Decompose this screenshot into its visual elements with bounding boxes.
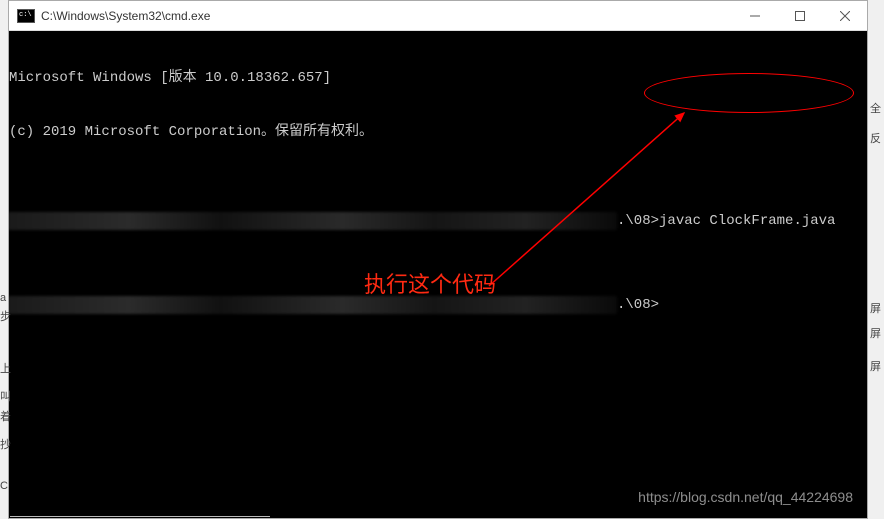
cmd-window: C:\Windows\System32\cmd.exe Microsoft Wi… (8, 0, 868, 519)
close-button[interactable] (822, 1, 867, 30)
path-suffix: .\08> (617, 212, 659, 230)
terminal-body[interactable]: Microsoft Windows [版本 10.0.18362.657] (c… (9, 31, 867, 518)
cropped-left-text: a 步 上 叫 着 抄 C (0, 0, 8, 519)
cropped-side-text: 全 反 屏 屏 屏 (868, 0, 884, 519)
redacted-path (9, 296, 617, 314)
annotation-label: 执行这个代码 (364, 276, 496, 294)
prompt-line-2: .\08> (9, 293, 867, 317)
minimize-button[interactable] (732, 1, 777, 30)
window-title: C:\Windows\System32\cmd.exe (41, 9, 732, 23)
terminal-line: Microsoft Windows [版本 10.0.18362.657] (9, 69, 867, 87)
window-controls (732, 1, 867, 30)
terminal-line: (c) 2019 Microsoft Corporation。保留所有权利。 (9, 123, 867, 141)
watermark-text: https://blog.csdn.net/qq_44224698 (638, 488, 853, 506)
titlebar[interactable]: C:\Windows\System32\cmd.exe (9, 1, 867, 31)
cropped-bottom-rule (10, 516, 270, 517)
redacted-path (9, 212, 617, 230)
maximize-button[interactable] (777, 1, 822, 30)
cmd-icon (17, 9, 35, 23)
command-text: javac ClockFrame.java (659, 212, 835, 230)
prompt-line-1: .\08> javac ClockFrame.java (9, 209, 867, 233)
path-suffix: .\08> (617, 296, 659, 314)
